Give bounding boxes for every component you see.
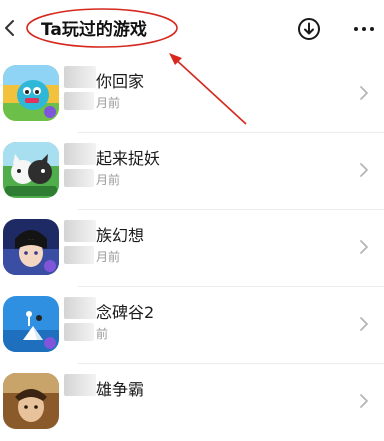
cats-game-icon xyxy=(3,142,59,198)
chevron-right-icon xyxy=(360,163,368,177)
monument-valley-icon xyxy=(3,296,59,352)
chevron-right-icon xyxy=(360,86,368,100)
more-icon[interactable] xyxy=(352,17,376,41)
game-time: 月前 xyxy=(96,96,121,110)
chevron-right-icon xyxy=(360,394,368,408)
time-redacted-block xyxy=(64,246,94,264)
list-item[interactable]: 你回家 月前 xyxy=(0,56,384,133)
list-item[interactable]: 雄争霸 xyxy=(0,364,384,441)
time-redacted-block xyxy=(64,169,94,187)
name-redacted-block xyxy=(64,374,96,396)
list-item[interactable]: 念碑谷2 前 xyxy=(0,287,384,364)
game-name: 起来捉妖 xyxy=(96,149,161,168)
game-time: 月前 xyxy=(96,250,121,264)
name-redacted-block xyxy=(64,220,96,242)
time-redacted-block xyxy=(64,92,94,110)
annotation-ellipse xyxy=(26,8,178,48)
name-redacted-block xyxy=(64,297,96,319)
game-time: 前 xyxy=(96,327,109,341)
download-icon[interactable] xyxy=(297,17,321,41)
time-redacted-block xyxy=(64,323,94,341)
game-name: 念碑谷2 xyxy=(96,303,155,322)
game-name: 雄争霸 xyxy=(96,380,145,399)
list-item[interactable]: 族幻想 月前 xyxy=(0,210,384,287)
game-name: 你回家 xyxy=(96,72,145,91)
played-games-list: 你回家 月前 起来捉妖 月前 族幻想 月前 念碑谷2 前 雄争霸 xyxy=(0,56,384,441)
anime-character-game-icon xyxy=(3,219,59,275)
warrior-game-icon xyxy=(3,373,59,429)
name-redacted-block xyxy=(64,66,96,88)
blue-monster-game-icon xyxy=(3,65,59,121)
list-item[interactable]: 起来捉妖 月前 xyxy=(0,133,384,210)
game-time: 月前 xyxy=(96,173,121,187)
game-name: 族幻想 xyxy=(96,226,145,245)
chevron-left-icon[interactable] xyxy=(2,18,18,38)
chevron-right-icon xyxy=(360,240,368,254)
chevron-right-icon xyxy=(360,317,368,331)
name-redacted-block xyxy=(64,143,96,165)
